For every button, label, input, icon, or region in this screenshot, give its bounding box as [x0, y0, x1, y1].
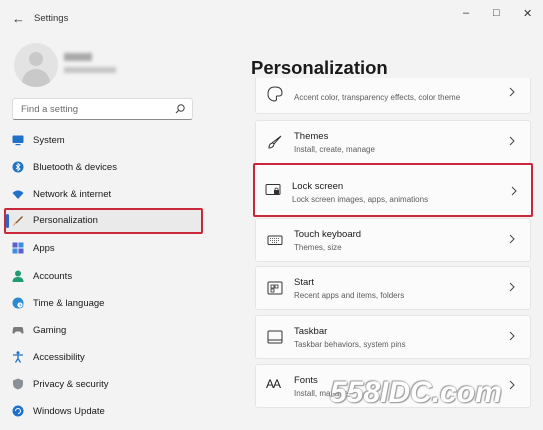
card-title: Themes [294, 131, 329, 142]
sidebar-item-network[interactable]: Network & internet [4, 182, 203, 208]
card-title: Lock screen [292, 181, 344, 192]
search-icon[interactable] [174, 103, 186, 115]
close-button[interactable]: ✕ [523, 7, 532, 20]
chevron-right-icon [509, 136, 515, 146]
update-icon [12, 405, 24, 417]
avatar[interactable] [14, 43, 58, 87]
chevron-right-icon [509, 87, 515, 97]
sidebar-item-label: Bluetooth & devices [33, 162, 117, 173]
sidebar-item-personalization[interactable]: Personalization [4, 208, 203, 234]
sidebar-item-gaming[interactable]: Gaming [4, 318, 203, 344]
globe-clock-icon [12, 297, 24, 309]
sidebar-item-bluetooth[interactable]: Bluetooth & devices [4, 155, 203, 181]
avatar-head-shape [29, 52, 43, 66]
colors-card[interactable]: Accent color, transparency effects, colo… [255, 78, 531, 114]
profile-email-blurred [64, 67, 116, 73]
sidebar-item-label: Accessibility [33, 352, 85, 363]
start-card[interactable]: Start Recent apps and items, folders [255, 266, 531, 310]
monitor-icon [12, 135, 24, 146]
minimize-button[interactable]: – [463, 7, 469, 19]
card-title: Touch keyboard [294, 229, 362, 240]
card-subtitle: Install, create, manage [294, 145, 375, 154]
sidebar-item-label: Accounts [33, 271, 73, 282]
wifi-icon [12, 190, 24, 199]
sidebar-item-label: System [33, 135, 65, 146]
keyboard-icon [267, 235, 283, 245]
sidebar-item-apps[interactable]: Apps [4, 236, 203, 262]
accessibility-icon [13, 351, 23, 363]
card-subtitle: Themes, size [294, 243, 342, 252]
app-title: Settings [34, 13, 69, 24]
palette-icon [267, 86, 283, 102]
sidebar-item-label: Privacy & security [33, 379, 109, 390]
sidebar-item-time-language[interactable]: Time & language [4, 291, 203, 317]
person-icon [12, 270, 24, 282]
lock-screen-icon [265, 184, 281, 195]
sidebar-item-windows-update[interactable]: Windows Update [4, 399, 203, 425]
themes-card[interactable]: Themes Install, create, manage [255, 120, 531, 164]
search-input[interactable]: Find a setting [21, 104, 78, 115]
card-subtitle: Recent apps and items, folders [294, 291, 405, 300]
title-bar: ← Settings – □ ✕ [0, 0, 543, 36]
card-subtitle: Lock screen images, apps, animations [292, 195, 429, 204]
card-title: Taskbar [294, 326, 328, 337]
sidebar-item-system[interactable]: System [4, 128, 203, 154]
touch-keyboard-card[interactable]: Touch keyboard Themes, size [255, 218, 531, 262]
sidebar-item-label: Apps [33, 243, 55, 254]
sidebar-item-label: Network & internet [33, 189, 112, 200]
sidebar-item-accessibility[interactable]: Accessibility [4, 345, 203, 371]
apps-icon [12, 242, 24, 254]
card-title: Start [294, 277, 315, 288]
sidebar-item-label: Gaming [33, 325, 67, 336]
sidebar-item-label: Personalization [33, 215, 98, 226]
watermark-text: 558IDC.com [330, 376, 502, 409]
card-title: Fonts [294, 375, 318, 386]
taskbar-icon [267, 330, 283, 344]
start-icon [267, 281, 283, 295]
brush-icon [13, 216, 23, 226]
chevron-right-icon [509, 380, 515, 390]
chevron-right-icon [509, 234, 515, 244]
sidebar-item-privacy[interactable]: Privacy & security [4, 372, 203, 398]
bluetooth-icon [12, 161, 24, 173]
selection-indicator [6, 214, 9, 228]
chevron-right-icon [509, 331, 515, 341]
sidebar-item-label: Time & language [33, 298, 105, 309]
taskbar-card[interactable]: Taskbar Taskbar behaviors, system pins [255, 315, 531, 359]
chevron-right-icon [511, 186, 517, 196]
sidebar-item-label: Windows Update [33, 406, 105, 417]
maximize-button[interactable]: □ [493, 7, 500, 19]
back-arrow-icon[interactable]: ← [12, 11, 25, 26]
gamepad-icon [12, 327, 24, 334]
themes-brush-icon [268, 135, 282, 149]
fonts-icon: AA [266, 377, 281, 391]
card-subtitle: Taskbar behaviors, system pins [294, 340, 406, 349]
card-subtitle: Accent color, transparency effects, colo… [294, 93, 461, 102]
avatar-body-shape [22, 69, 50, 87]
lock-screen-card[interactable]: Lock screen Lock screen images, apps, an… [253, 163, 533, 217]
sidebar-item-accounts[interactable]: Accounts [4, 264, 203, 290]
chevron-right-icon [509, 282, 515, 292]
profile-name-blurred [64, 53, 92, 61]
search-box[interactable]: Find a setting [12, 98, 193, 120]
shield-icon [13, 378, 23, 390]
page-title: Personalization [251, 57, 388, 78]
